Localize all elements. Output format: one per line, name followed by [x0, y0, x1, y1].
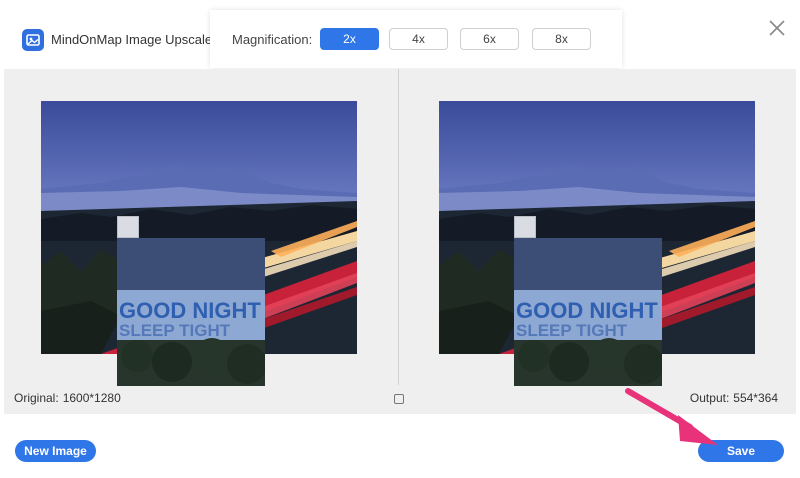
output-sign-text-line2: SLEEP TIGHT [516, 321, 628, 340]
original-magnifier-view: GOOD NIGHT SLEEP TIGHT [117, 238, 265, 386]
original-size-info: Original: 1600*1280 [14, 391, 121, 405]
close-icon[interactable] [767, 18, 787, 38]
output-sign-text-line1: GOOD NIGHT [516, 298, 658, 323]
magnification-8x-button[interactable]: 8x [532, 28, 591, 50]
magnification-2x-button[interactable]: 2x [320, 28, 379, 50]
output-magnifier-view: GOOD NIGHT SLEEP TIGHT [514, 238, 662, 386]
original-size-label: Original: [14, 391, 59, 405]
output-size-label: Output: [689, 391, 730, 405]
magnification-4x-button[interactable]: 4x [389, 28, 448, 50]
preview-divider [398, 69, 399, 385]
compare-icon[interactable] [394, 394, 404, 404]
original-sign-text-line2: SLEEP TIGHT [119, 321, 231, 340]
app-logo-icon [22, 29, 44, 51]
output-size-info: Output: 554*364 [690, 391, 778, 405]
save-button[interactable]: Save [698, 440, 784, 462]
output-zoom-handle[interactable] [514, 216, 536, 238]
app-title: MindOnMap Image Upscaler [51, 32, 217, 47]
original-size-value: 1600*1280 [62, 391, 121, 405]
magnification-6x-button[interactable]: 6x [460, 28, 519, 50]
original-sign-text-line1: GOOD NIGHT [119, 298, 261, 323]
original-zoom-handle[interactable] [117, 216, 139, 238]
magnification-label: Magnification: [232, 32, 313, 47]
new-image-button[interactable]: New Image [15, 440, 96, 462]
output-size-value: 554*364 [733, 391, 778, 405]
